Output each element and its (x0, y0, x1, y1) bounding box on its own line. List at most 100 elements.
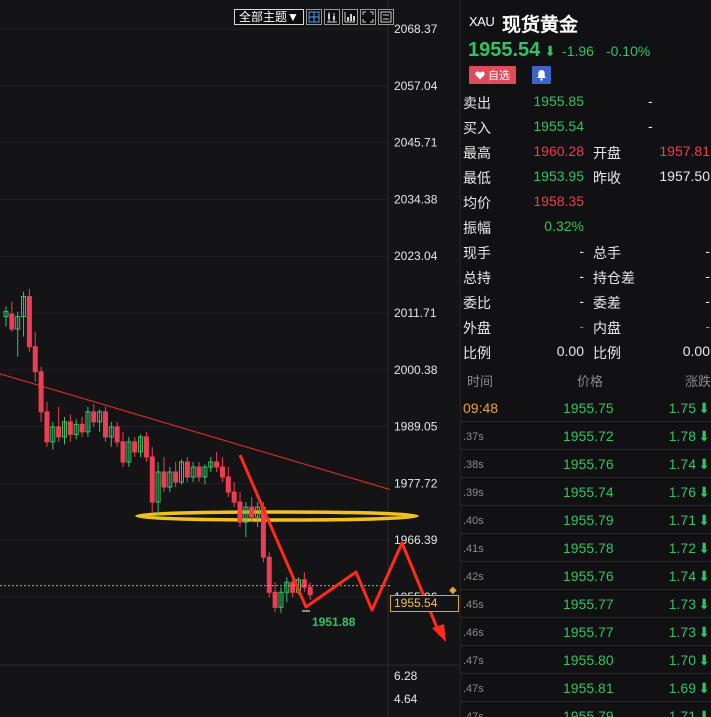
tick-change: 1.69 (668, 680, 696, 696)
stat-value: 0.32% (544, 218, 584, 234)
candle-body (56, 426, 62, 438)
stat-row: 均价 1958.35 (461, 188, 711, 213)
bell-icon (537, 70, 546, 81)
fullscreen-icon[interactable] (359, 9, 376, 25)
tick-list[interactable]: 09:48 1955.75 1.75 ⬇ .37s 1955.72 1.78 ⬇ .38s 195… (461, 394, 711, 717)
stat-value-2: - (648, 118, 653, 134)
stat-label: 委比 (463, 295, 491, 311)
stat-value: 0.00 (556, 343, 584, 359)
tick-row: .47s 1955.81 1.69 ⬇ (461, 674, 711, 702)
stat-label-2: 总手 (593, 245, 621, 261)
tick-change: 1.70 (668, 652, 696, 668)
candle-body (67, 421, 73, 435)
candle-body (307, 586, 313, 596)
stat-value: 1960.28 (533, 143, 584, 159)
price-axis-label: 1977.72 (394, 476, 438, 490)
tick-price: 1955.75 (563, 400, 614, 416)
candle-body (9, 313, 15, 330)
indicator-icon[interactable] (341, 9, 358, 25)
tick-price: 1955.77 (563, 596, 614, 612)
theme-select[interactable]: 全部主题▼ (234, 9, 304, 25)
down-arrow-icon: ⬇ (698, 708, 710, 717)
crosshair-grid-icon[interactable] (305, 9, 322, 25)
price-alert-button[interactable] (532, 66, 551, 84)
price-axis-label: 2057.04 (394, 79, 438, 93)
annotation-arrowhead (432, 624, 446, 642)
tick-row: .45s 1955.77 1.73 ⬇ (461, 590, 711, 618)
tick-change: 1.73 (668, 596, 696, 612)
down-arrow-icon: ⬇ (698, 428, 710, 444)
stat-value-2: - (705, 268, 710, 284)
tick-time: .37s (463, 431, 484, 443)
stat-row: 比例 0.00 比例 0.00 (461, 338, 711, 363)
add-watchlist-button[interactable]: 自选 (469, 66, 516, 84)
tick-time: .47s (463, 683, 484, 695)
tick-row: .46s 1955.77 1.73 ⬇ (461, 618, 711, 646)
candle-body (266, 556, 272, 593)
support-band (135, 510, 419, 522)
stat-row: 现手 - 总手 - (461, 238, 711, 263)
candle-body (149, 456, 155, 503)
candle-body (161, 471, 167, 488)
kline-chart-panel[interactable]: 2068.37 2057.04 2045.71 2034.38 2023.04 2011.… (0, 0, 460, 717)
tick-change: 1.71 (668, 708, 696, 717)
stat-value-2: - (705, 318, 710, 334)
price-axis-label: 2034.38 (394, 192, 438, 206)
tick-time: .47s (463, 711, 484, 717)
tick-price: 1955.80 (563, 652, 614, 668)
quote-stats: 卖出 1955.85 - 买入 1955.54 - 最高 1960.28 开盘 1957.81 最低… (461, 88, 711, 363)
candlestick-icon[interactable] (323, 9, 340, 25)
stat-value-2: - (648, 93, 653, 109)
tick-time: .47s (463, 655, 484, 667)
stat-value: 1955.85 (533, 93, 584, 109)
stat-label: 外盘 (463, 320, 491, 336)
candle-body (44, 411, 50, 443)
candle-body (219, 466, 225, 478)
price-axis-label: 2068.37 (394, 22, 438, 36)
stat-value-2: 1957.81 (659, 143, 710, 159)
down-arrow-icon: ⬇ (544, 43, 557, 59)
stat-label: 总持 (463, 270, 491, 286)
down-arrow-icon: ⬇ (698, 624, 710, 640)
tick-change: 1.73 (668, 624, 696, 640)
tick-price: 1955.77 (563, 624, 614, 640)
candle-body (173, 471, 179, 483)
down-arrow-icon: ⬇ (698, 652, 710, 668)
ticks-header-time: 时间 (467, 374, 494, 389)
ticks-header: 时间 价格 涨跌 (461, 366, 711, 390)
last-price: 1955.54 (468, 39, 541, 61)
price-row: 1955.54 ⬇ -1.96 -0.10% (468, 39, 650, 62)
stat-label: 买入 (463, 120, 491, 136)
candle-body (114, 426, 120, 443)
stat-label-2: 委差 (593, 295, 621, 311)
stat-row: 卖出 1955.85 - (461, 88, 711, 113)
price-axis-label: 1989.05 (394, 420, 438, 434)
stat-label: 振幅 (463, 220, 491, 236)
down-arrow-icon: ⬇ (698, 400, 710, 416)
tick-change: 1.74 (668, 568, 696, 584)
stat-value: 1955.54 (533, 118, 584, 134)
stat-value: - (579, 318, 584, 334)
stat-row: 外盘 - 内盘 - (461, 313, 711, 338)
stat-label: 比例 (463, 345, 491, 361)
stat-label-2: 昨收 (593, 170, 621, 186)
stat-value: 1958.35 (533, 193, 584, 209)
settings-icon[interactable] (377, 9, 394, 25)
stat-label-2: 内盘 (593, 320, 621, 336)
tick-time: 09:48 (463, 400, 499, 416)
candle-body (225, 476, 231, 493)
tick-change: 1.74 (668, 456, 696, 472)
heart-icon (475, 71, 485, 79)
down-arrow-icon: ⬇ (698, 540, 710, 556)
tick-row: 09:48 1955.75 1.75 ⬇ (461, 394, 711, 422)
price-axis-label: 2011.71 (394, 306, 437, 320)
tick-price: 1955.76 (563, 456, 614, 472)
tick-price: 1955.78 (563, 540, 614, 556)
price-change-pct: -0.10% (605, 43, 651, 59)
price-change: -1.96 (562, 43, 594, 59)
tick-time: .45s (463, 599, 484, 611)
candle-body (272, 591, 278, 608)
stat-row: 最高 1960.28 开盘 1957.81 (461, 138, 711, 163)
watchlist-label: 自选 (488, 70, 510, 82)
candle-body (290, 581, 296, 593)
